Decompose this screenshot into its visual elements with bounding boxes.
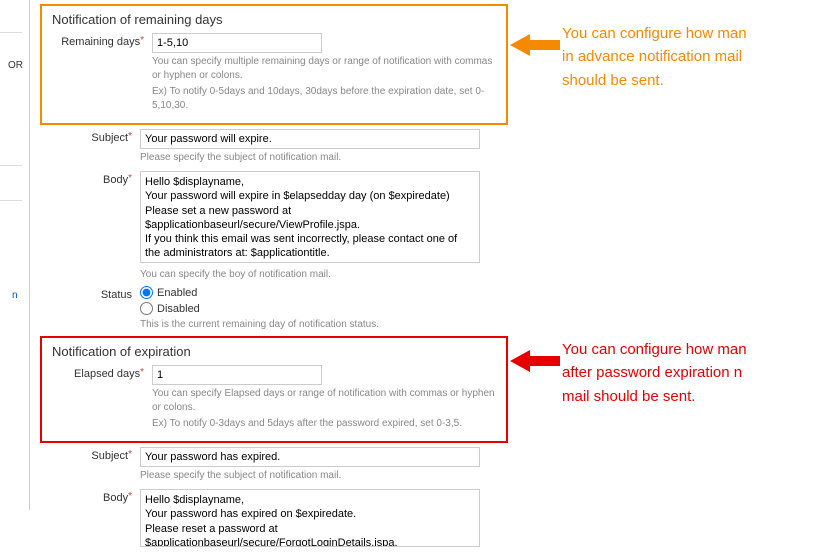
remaining-days-hint1: You can specify multiple remaining days … — [152, 55, 496, 83]
body1-label: Body — [40, 171, 140, 186]
remaining-days-section: Notification of remaining days Remaining… — [40, 4, 508, 125]
callout-orange: You can configure how man in advance not… — [562, 22, 747, 92]
status-enabled-text: Enabled — [157, 287, 197, 299]
status-disabled-radio[interactable] — [140, 302, 153, 315]
arrow-orange-icon — [510, 32, 560, 58]
status-hint: This is the current remaining day of not… — [140, 318, 508, 332]
subject1-label: Subject — [40, 129, 140, 144]
body2-label: Body — [40, 489, 140, 504]
subject2-input[interactable] — [140, 447, 480, 467]
elapsed-days-hint1: You can specify Elapsed days or range of… — [152, 387, 496, 415]
subject2-label: Subject — [40, 447, 140, 462]
arrow-red-icon — [510, 348, 560, 374]
subject2-hint: Please specify the subject of notificati… — [140, 469, 508, 483]
section-title-remaining: Notification of remaining days — [52, 12, 496, 27]
subject1-hint: Please specify the subject of notificati… — [140, 151, 508, 165]
left-sidebar-fragment: OR n — [0, 0, 30, 510]
callout-red: You can configure how man after password… — [562, 338, 747, 408]
section-title-expiration: Notification of expiration — [52, 344, 496, 359]
sidebar-text-n[interactable]: n — [12, 290, 18, 301]
remaining-days-label: Remaining days — [52, 33, 152, 48]
elapsed-days-label: Elapsed days — [52, 365, 152, 380]
subject1-input[interactable] — [140, 129, 480, 149]
status-disabled-text: Disabled — [157, 303, 200, 315]
remaining-days-input[interactable] — [152, 33, 322, 53]
remaining-days-hint2: Ex) To notify 0-5days and 10days, 30days… — [152, 85, 496, 113]
body1-textarea[interactable] — [140, 171, 480, 263]
elapsed-days-input[interactable] — [152, 365, 322, 385]
body1-hint: You can specify the boy of notification … — [140, 268, 508, 282]
status-enabled-radio[interactable] — [140, 286, 153, 299]
sidebar-text-or: OR — [8, 60, 23, 71]
body2-textarea[interactable] — [140, 489, 480, 547]
status-label: Status — [40, 286, 140, 301]
expiration-section: Notification of expiration Elapsed days … — [40, 336, 508, 443]
elapsed-days-hint2: Ex) To notify 0-3days and 5days after th… — [152, 417, 496, 431]
